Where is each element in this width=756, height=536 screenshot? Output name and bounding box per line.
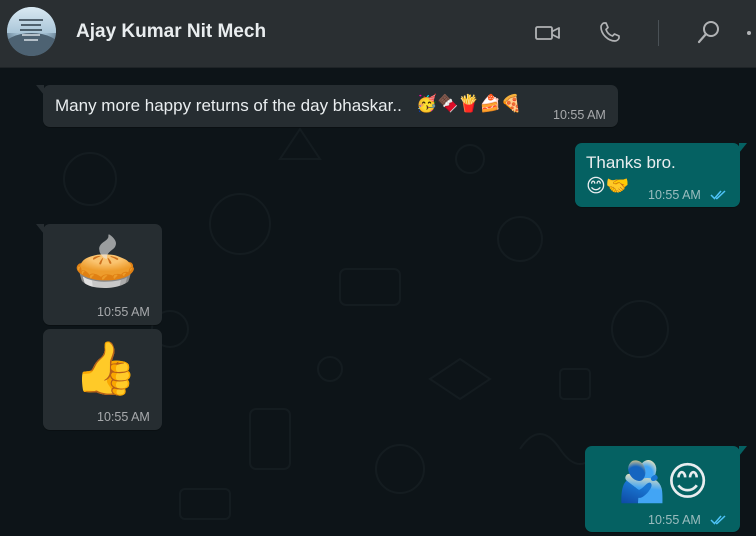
message-incoming-sticker[interactable]: 👍 10:55 AM [43, 329, 162, 430]
sticker: 👍 [73, 339, 138, 399]
header-divider [658, 20, 659, 46]
message-time: 10:55 AM [97, 305, 150, 319]
avatar[interactable] [7, 7, 56, 56]
sticker: 🫂😊 [617, 459, 709, 505]
menu-icon[interactable] [744, 26, 754, 40]
chat-header: Ajay Kumar Nit Mech [0, 0, 756, 68]
message-time: 10:55 AM [97, 410, 150, 424]
message-incoming[interactable]: Many more happy returns of the day bhask… [36, 85, 618, 127]
contact-name[interactable]: Ajay Kumar Nit Mech [76, 21, 266, 43]
video-call-icon[interactable] [534, 20, 562, 46]
message-time: 10:55 AM [553, 108, 606, 122]
message-time: 10:55 AM [648, 188, 701, 202]
message-emoji: 🥳🍫🍟🍰🍕 [416, 94, 522, 114]
read-receipt-icon [710, 515, 726, 525]
message-text: Many more happy returns of the day bhask… [55, 96, 402, 115]
chat-panel[interactable]: Many more happy returns of the day bhask… [0, 69, 756, 536]
message-emoji: 😊🤝 [586, 175, 630, 197]
voice-call-icon[interactable] [596, 18, 624, 46]
read-receipt-icon [710, 190, 726, 200]
message-outgoing-sticker[interactable]: 🫂😊 10:55 AM [585, 446, 747, 532]
message-incoming-sticker[interactable]: 🥧 10:55 AM [36, 224, 162, 325]
search-icon[interactable] [694, 17, 724, 47]
message-text: Thanks bro. [586, 153, 676, 172]
message-time: 10:55 AM [648, 513, 701, 527]
message-outgoing[interactable]: Thanks bro. 😊🤝 10:55 AM [575, 143, 747, 207]
sticker: 🥧 [73, 232, 138, 292]
